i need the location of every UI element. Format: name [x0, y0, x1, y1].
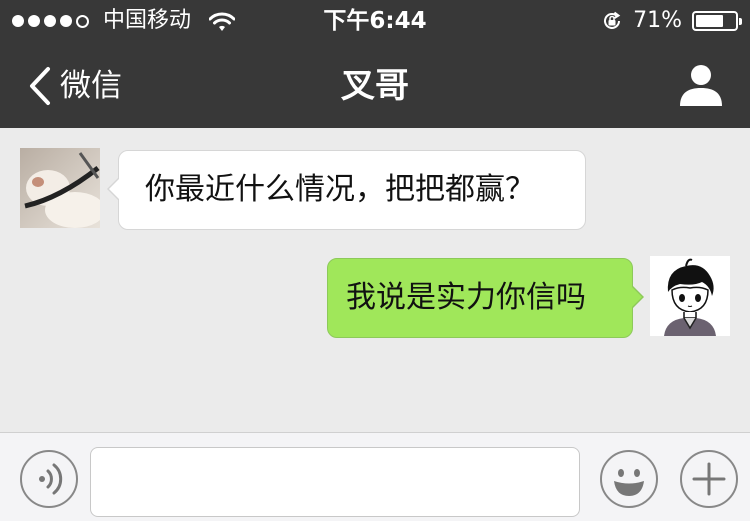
voice-button[interactable]: [20, 450, 78, 508]
top-bar: 中国移动 下午6:44 71% 微信 叉哥: [0, 0, 750, 128]
message-bubble-outgoing[interactable]: 我说是实力你信吗: [327, 258, 644, 338]
message-input[interactable]: [90, 447, 580, 517]
orientation-lock-icon: [604, 11, 621, 29]
message-text: 我说是实力你信吗: [346, 280, 586, 315]
battery-fill: [696, 15, 723, 27]
chat-title: 叉哥: [341, 66, 409, 106]
navigation-bar: 微信 叉哥: [0, 42, 750, 128]
self-avatar-image: [650, 256, 730, 336]
contact-avatar-image: [20, 148, 100, 228]
person-icon[interactable]: [678, 62, 724, 108]
message-text: 你最近什么情况，把把都赢？: [145, 172, 535, 207]
status-bar: 中国移动 下午6:44 71%: [0, 0, 750, 42]
self-avatar[interactable]: [650, 256, 730, 336]
plus-icon: [692, 462, 726, 496]
status-right-group: 71%: [601, 0, 742, 42]
chat-area[interactable]: 你最近什么情况，把把都赢？ 我说是实力你信吗: [0, 128, 750, 432]
battery-icon: [692, 11, 742, 31]
battery-percent: 71%: [633, 8, 682, 33]
voice-icon: [39, 463, 63, 495]
more-button[interactable]: [680, 450, 738, 508]
message-bubble-incoming[interactable]: 你最近什么情况，把把都赢？: [107, 150, 586, 230]
input-bar: [0, 432, 750, 521]
emoji-button[interactable]: [600, 450, 658, 508]
emoji-icon: [614, 469, 644, 496]
contact-avatar[interactable]: [20, 148, 100, 228]
